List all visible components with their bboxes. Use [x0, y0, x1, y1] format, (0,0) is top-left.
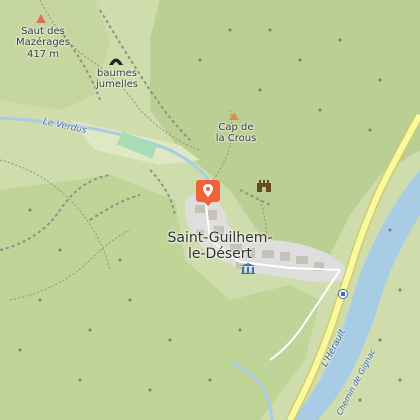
- castle-ruins-icon: [257, 180, 271, 192]
- map-base-layer: [0, 0, 420, 420]
- peak-triangle-icon: [36, 14, 46, 23]
- label-baumes-jumelles: baumes jumelles: [96, 68, 138, 90]
- label-saut-des-mazerages: Saut des Mazérages: [15, 26, 71, 48]
- location-pin-icon[interactable]: [196, 180, 220, 206]
- label-saut-elevation: 417 m: [26, 49, 59, 60]
- label-town-saint-guilhem: Saint-Guilhem- le-Désert: [167, 230, 273, 262]
- cave-icon: [109, 58, 123, 65]
- museum-icon: [241, 263, 255, 274]
- map-canvas[interactable]: Saut des Mazérages 417 m baumes jumelles…: [0, 0, 420, 420]
- viewpoint-icon: [229, 112, 239, 120]
- bus-stop-icon: [338, 289, 348, 299]
- label-cap-de-la-crous: Cap de la Crous: [215, 122, 257, 144]
